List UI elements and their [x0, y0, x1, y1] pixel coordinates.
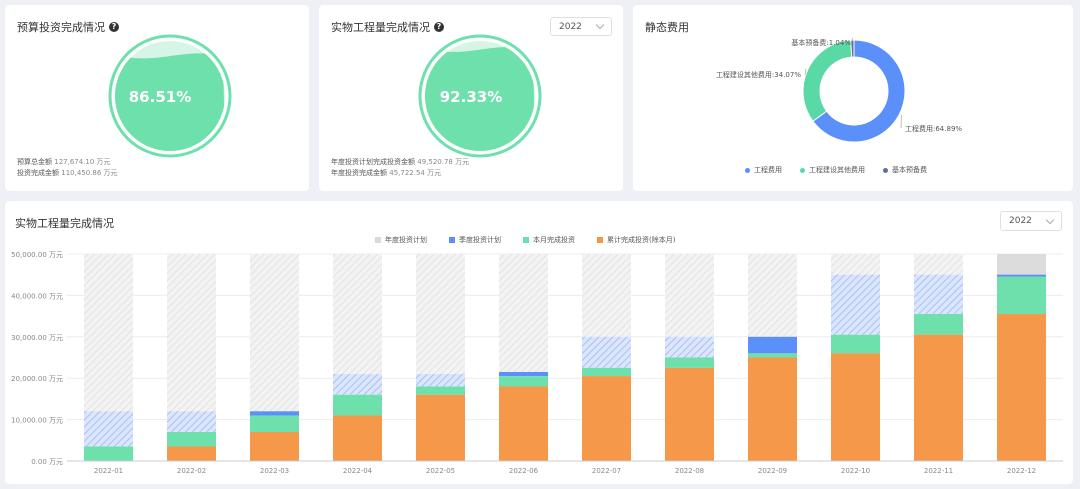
bar-month-done[interactable] [167, 432, 216, 447]
investment-done-label: 投资完成金额 [17, 169, 59, 177]
bar-quarter-plan[interactable] [499, 371, 548, 377]
bar-quarter-plan[interactable] [167, 411, 216, 433]
donut-slice-3[interactable] [850, 39, 855, 58]
bar-cumulative-done[interactable] [748, 357, 797, 462]
legend-label: 工程建设其他费用 [809, 166, 865, 174]
y-tick-label: 10,000.00 万元 [11, 417, 63, 425]
donut-slice-label: 工程费用:64.89% [905, 124, 962, 133]
legend-swatch [449, 237, 455, 243]
year-select-value: 2022 [1009, 216, 1032, 226]
legend-label: 基本预备费 [892, 166, 927, 174]
bar-month-done[interactable] [333, 394, 382, 416]
y-tick-label: 0.00 万元 [31, 458, 63, 466]
bar-quarter-plan[interactable] [333, 374, 382, 395]
monthly-chart-card: 实物工程量完成情况 2022 年度投资计划 季度投资计划 本月完成投资 累计完成投资(… [5, 201, 1073, 484]
bar-month-done[interactable] [416, 386, 465, 395]
physical-info: 年度投资计划完成投资金额 49,520.78 万元 年度投资完成金额 45,72… [331, 157, 469, 179]
year-select[interactable]: 2022 [1000, 211, 1062, 231]
bar-quarter-plan[interactable] [914, 274, 963, 315]
chevron-down-icon [1045, 215, 1055, 224]
legend-item[interactable]: 基本预备费 [883, 165, 927, 175]
annual-plan-label: 年度投资计划完成投资金额 [331, 158, 415, 166]
investment-done-value: 110,450.86 万元 [61, 169, 118, 177]
x-tick-label: 2022-03 [260, 467, 289, 475]
bar-cumulative-done[interactable] [167, 446, 216, 461]
gauge-percent: 92.33% [440, 88, 502, 106]
bar-quarter-plan[interactable] [831, 274, 880, 335]
bar-month-done[interactable] [250, 415, 299, 433]
x-tick-label: 2022-01 [94, 467, 123, 475]
legend-dot [800, 167, 805, 173]
bar-cumulative-done[interactable] [665, 367, 714, 461]
x-tick-label: 2022-12 [1007, 467, 1036, 475]
x-tick-label: 2022-10 [841, 467, 870, 475]
y-tick-label: 20,000.00 万元 [11, 375, 63, 383]
bar-quarter-plan[interactable] [582, 336, 631, 368]
legend-item[interactable]: 工程建设其他费用 [800, 165, 865, 175]
bar-month-done[interactable] [84, 446, 133, 461]
annual-plan-value: 49,520.78 万元 [417, 158, 470, 166]
static-cost-donut: 工程费用:64.89% 工程建设其他费用:34.07% 基本预备费:1.04% [716, 38, 962, 143]
legend-swatch [597, 237, 603, 243]
donut-slice-label: 工程建设其他费用:34.07% [716, 70, 801, 79]
bar-quarter-plan[interactable] [84, 411, 133, 447]
legend-swatch [523, 237, 529, 243]
legend-dot [883, 167, 888, 173]
budget-total-label: 预算总金额 [17, 158, 52, 166]
legend-dot [745, 167, 750, 173]
bar-cumulative-done[interactable] [997, 314, 1046, 461]
bar-month-done[interactable] [997, 276, 1046, 315]
x-tick-label: 2022-02 [177, 467, 206, 475]
x-tick-label: 2022-08 [675, 467, 704, 475]
budget-completion-card: 预算投资完成情况 ? 86.51% 预算总金额 127,674.10 万元 投资… [5, 5, 309, 191]
physical-work-card: 实物工程量完成情况 ? 2022 92.33% 年度投资计划完成投资金额 49,… [319, 5, 623, 191]
budget-total-value: 127,674.10 万元 [54, 158, 111, 166]
x-tick-label: 2022-09 [758, 467, 787, 475]
monthly-chart-title: 实物工程量完成情况 [15, 215, 114, 231]
gauge-percent: 86.51% [129, 88, 191, 106]
bar-month-done[interactable] [914, 314, 963, 335]
bar-cumulative-done[interactable] [914, 334, 963, 461]
physical-liquid-gauge: 92.33% [418, 34, 542, 158]
x-tick-label: 2022-06 [509, 467, 539, 475]
x-tick-label: 2022-04 [343, 467, 373, 475]
annual-done-value: 45,722.54 万元 [389, 169, 442, 177]
legend-swatch [375, 237, 381, 243]
y-tick-label: 30,000.00 万元 [11, 334, 63, 342]
legend-item[interactable]: 工程费用 [745, 165, 782, 175]
legend-label: 工程费用 [754, 166, 782, 174]
bar-quarter-plan[interactable] [416, 374, 465, 387]
static-cost-card: 静态费用 工程费用:64.89% 工程建设其他费用:34.07% 基本预备费:1.0… [633, 5, 1073, 191]
bar-month-done[interactable] [582, 367, 631, 377]
x-tick-label: 2022-11 [924, 467, 953, 475]
bar-cumulative-done[interactable] [831, 353, 880, 461]
x-tick-label: 2022-07 [592, 467, 621, 475]
bar-cumulative-done[interactable] [582, 376, 631, 461]
bar-cumulative-done[interactable] [416, 394, 465, 461]
bar-quarter-plan[interactable] [748, 336, 797, 354]
bar-quarter-plan[interactable] [250, 411, 299, 416]
donut-slice-label: 基本预备费:1.04% [791, 38, 851, 47]
bar-month-done[interactable] [665, 357, 714, 368]
bar-cumulative-done[interactable] [333, 415, 382, 461]
budget-info: 预算总金额 127,674.10 万元 投资完成金额 110,450.86 万元 [17, 157, 118, 179]
annual-done-label: 年度投资完成金额 [331, 169, 387, 177]
budget-liquid-gauge: 86.51% [108, 34, 232, 158]
bar-quarter-plan[interactable] [665, 336, 714, 358]
bar-month-done[interactable] [748, 353, 797, 358]
bar-month-done[interactable] [831, 334, 880, 354]
donut-slice-2[interactable] [802, 39, 853, 122]
y-tick-label: 50,000.00 万元 [11, 251, 63, 259]
static-cost-legend: 工程费用 工程建设其他费用 基本预备费 [745, 165, 927, 175]
bar-month-done[interactable] [499, 376, 548, 387]
bar-quarter-plan[interactable] [997, 274, 1046, 277]
monthly-bar-chart: 0.00 万元 10,000.00 万元 20,000.00 万元 30,000.00… [11, 251, 1063, 475]
y-tick-label: 40,000.00 万元 [11, 292, 63, 300]
x-tick-label: 2022-05 [426, 467, 455, 475]
bar-cumulative-done[interactable] [499, 386, 548, 461]
bar-cumulative-done[interactable] [250, 432, 299, 461]
card-title-text: 实物工程量完成情况 [15, 217, 114, 230]
